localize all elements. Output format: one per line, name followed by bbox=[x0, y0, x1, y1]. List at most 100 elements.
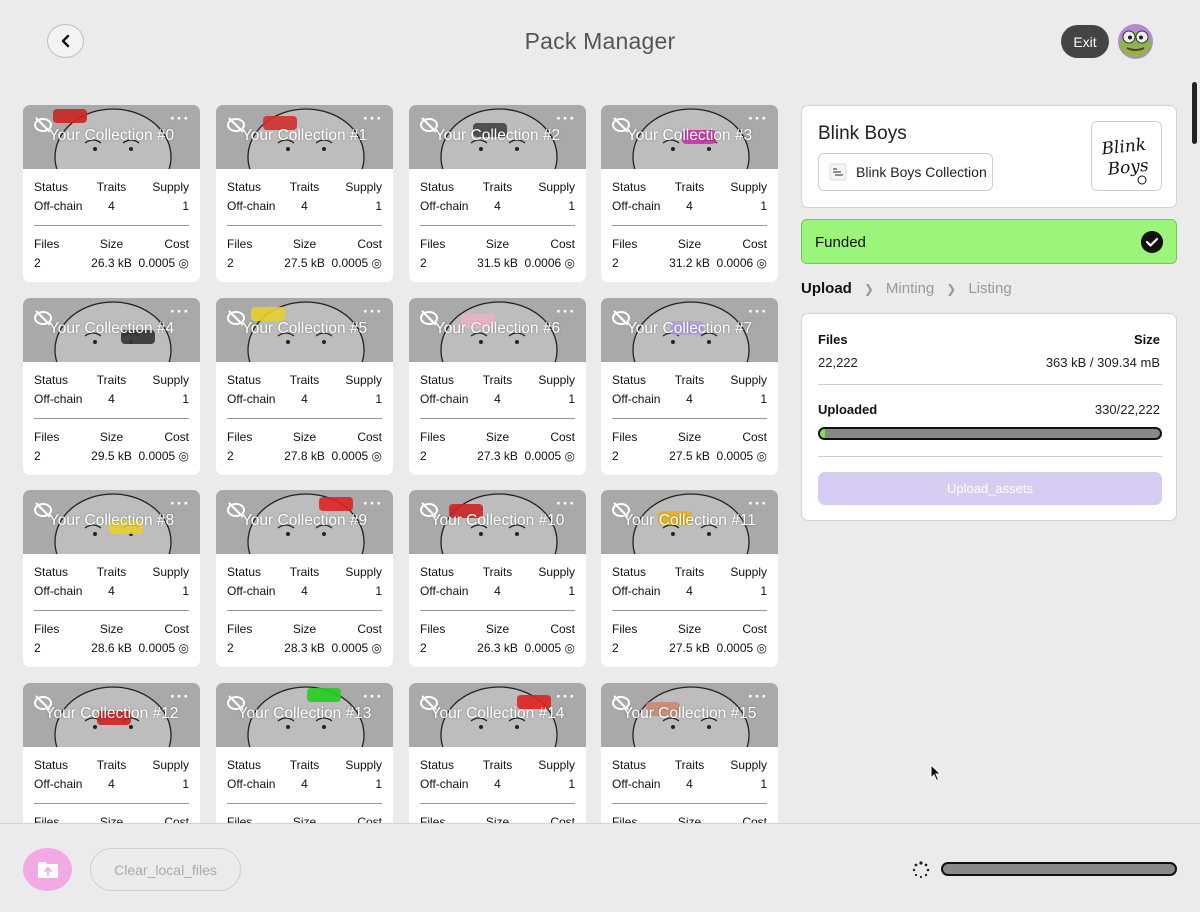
collection-card-item[interactable]: ··· Your Collection #0 Status Traits Supply O… bbox=[23, 105, 200, 282]
collection-chip[interactable]: Blink Boys Collection bbox=[818, 153, 993, 191]
card-image: ··· Your Collection #2 bbox=[409, 105, 586, 169]
traits-label: Traits bbox=[96, 373, 127, 387]
collection-card-item[interactable]: ··· Your Collection #3 Status Traits Supply O… bbox=[601, 105, 778, 282]
more-menu-icon[interactable]: ··· bbox=[556, 110, 576, 127]
files-value: 2 bbox=[227, 256, 234, 270]
card-header-row: Status Traits Supply bbox=[409, 565, 586, 579]
footer-progress-bar bbox=[941, 862, 1177, 876]
upload-assets-button[interactable]: Upload_assets bbox=[818, 472, 1162, 505]
scrollbar-thumb[interactable] bbox=[1192, 82, 1197, 144]
collection-card-item[interactable]: ··· Your Collection #11 Status Traits Supply… bbox=[601, 490, 778, 667]
collection-card-item[interactable]: ··· Your Collection #5 Status Traits Supply O… bbox=[216, 298, 393, 475]
more-menu-icon[interactable]: ··· bbox=[748, 688, 768, 705]
supply-value: 1 bbox=[182, 392, 190, 406]
card-header-row: Status Traits Supply bbox=[409, 758, 586, 772]
divider bbox=[34, 610, 189, 611]
status-label: Status bbox=[34, 180, 69, 194]
divider bbox=[34, 803, 189, 804]
collection-card-item[interactable]: ··· Your Collection #15 Status Traits Supply… bbox=[601, 683, 778, 823]
card-header-row: Files Size Cost bbox=[601, 237, 778, 251]
files-label: Files bbox=[34, 622, 60, 636]
status-value: Off-chain bbox=[420, 584, 469, 598]
more-menu-icon[interactable]: ··· bbox=[748, 110, 768, 127]
size-value: 27.3 kB bbox=[477, 449, 518, 463]
card-header-row: Status Traits Supply bbox=[23, 758, 200, 772]
collection-card-item[interactable]: ··· Your Collection #14 Status Traits Supply… bbox=[409, 683, 586, 823]
funded-label: Funded bbox=[815, 234, 866, 251]
more-menu-icon[interactable]: ··· bbox=[556, 688, 576, 705]
more-menu-icon[interactable]: ··· bbox=[556, 495, 576, 512]
files-label: Files bbox=[227, 815, 253, 823]
supply-label: Supply bbox=[538, 565, 576, 579]
traits-label: Traits bbox=[96, 758, 127, 772]
supply-label: Supply bbox=[345, 373, 383, 387]
more-menu-icon[interactable]: ··· bbox=[363, 495, 383, 512]
files-value: 2 bbox=[227, 449, 234, 463]
more-menu-icon[interactable]: ··· bbox=[170, 495, 190, 512]
clear-local-files-button[interactable]: Clear_local_files bbox=[90, 848, 241, 891]
collection-card-item[interactable]: ··· Your Collection #8 Status Traits Supply O… bbox=[23, 490, 200, 667]
card-value-row: Off-chain 4 1 bbox=[409, 777, 586, 791]
collection-card-item[interactable]: ··· Your Collection #13 Status Traits Supply… bbox=[216, 683, 393, 823]
collection-card-item[interactable]: ··· Your Collection #6 Status Traits Supply O… bbox=[409, 298, 586, 475]
size-value: 31.5 kB bbox=[477, 256, 518, 270]
collection-card-item[interactable]: ··· Your Collection #1 Status Traits Supply O… bbox=[216, 105, 393, 282]
step-minting[interactable]: Minting bbox=[886, 280, 934, 297]
card-value-row: 2 27.3 kB 0.0005 ◎ bbox=[409, 449, 586, 463]
supply-value: 1 bbox=[182, 584, 190, 598]
files-label: Files bbox=[420, 237, 446, 251]
size-value: 28.3 kB bbox=[284, 641, 325, 655]
cost-label: Cost bbox=[357, 237, 383, 251]
traits-value: 4 bbox=[494, 392, 501, 406]
card-image: ··· Your Collection #10 bbox=[409, 490, 586, 554]
collection-card-item[interactable]: ··· Your Collection #7 Status Traits Supply O… bbox=[601, 298, 778, 475]
status-value: Off-chain bbox=[612, 584, 661, 598]
supply-label: Supply bbox=[538, 180, 576, 194]
more-menu-icon[interactable]: ··· bbox=[363, 688, 383, 705]
files-label: Files bbox=[227, 237, 253, 251]
more-menu-icon[interactable]: ··· bbox=[170, 110, 190, 127]
divider bbox=[227, 610, 382, 611]
more-menu-icon[interactable]: ··· bbox=[748, 495, 768, 512]
more-menu-icon[interactable]: ··· bbox=[170, 303, 190, 320]
status-label: Status bbox=[227, 758, 262, 772]
collection-card-item[interactable]: ··· Your Collection #12 Status Traits Supply… bbox=[23, 683, 200, 823]
card-title: Your Collection #7 bbox=[626, 320, 753, 337]
more-menu-icon[interactable]: ··· bbox=[170, 688, 190, 705]
status-value: Off-chain bbox=[34, 392, 83, 406]
collection-card-item[interactable]: ··· Your Collection #4 Status Traits Supply O… bbox=[23, 298, 200, 475]
files-label: Files bbox=[34, 815, 60, 823]
collection-name: Blink Boys bbox=[818, 123, 907, 144]
more-menu-icon[interactable]: ··· bbox=[748, 303, 768, 320]
collection-card-item[interactable]: ··· Your Collection #9 Status Traits Supply O… bbox=[216, 490, 393, 667]
card-title: Your Collection #5 bbox=[241, 320, 368, 337]
collection-card-item[interactable]: ··· Your Collection #2 Status Traits Supply O… bbox=[409, 105, 586, 282]
size-label: Size bbox=[99, 622, 124, 636]
supply-value: 1 bbox=[375, 199, 383, 213]
card-value-row: 2 28.3 kB 0.0005 ◎ bbox=[216, 641, 393, 655]
size-label: Size bbox=[677, 430, 702, 444]
files-label: Files bbox=[612, 622, 638, 636]
divider bbox=[227, 225, 382, 226]
more-menu-icon[interactable]: ··· bbox=[363, 303, 383, 320]
status-label: Status bbox=[420, 373, 455, 387]
supply-value: 1 bbox=[568, 392, 576, 406]
step-listing[interactable]: Listing bbox=[968, 280, 1011, 297]
step-upload[interactable]: Upload bbox=[801, 280, 852, 297]
more-menu-icon[interactable]: ··· bbox=[556, 303, 576, 320]
card-value-row: Off-chain 4 1 bbox=[216, 392, 393, 406]
status-label: Status bbox=[612, 758, 647, 772]
collection-card-item[interactable]: ··· Your Collection #10 Status Traits Supply… bbox=[409, 490, 586, 667]
upload-progress-fill bbox=[820, 429, 826, 438]
supply-value: 1 bbox=[760, 199, 768, 213]
mouse-cursor-icon bbox=[930, 764, 942, 782]
card-header-row: Status Traits Supply bbox=[409, 373, 586, 387]
add-folder-button[interactable] bbox=[23, 848, 72, 891]
more-menu-icon[interactable]: ··· bbox=[363, 110, 383, 127]
exit-button[interactable]: Exit bbox=[1061, 25, 1109, 58]
uploaded-label: Uploaded bbox=[818, 402, 878, 417]
supply-label: Supply bbox=[345, 565, 383, 579]
card-value-row: 2 26.3 kB 0.0005 ◎ bbox=[23, 256, 200, 270]
card-image: ··· Your Collection #11 bbox=[601, 490, 778, 554]
avatar[interactable] bbox=[1118, 24, 1153, 59]
